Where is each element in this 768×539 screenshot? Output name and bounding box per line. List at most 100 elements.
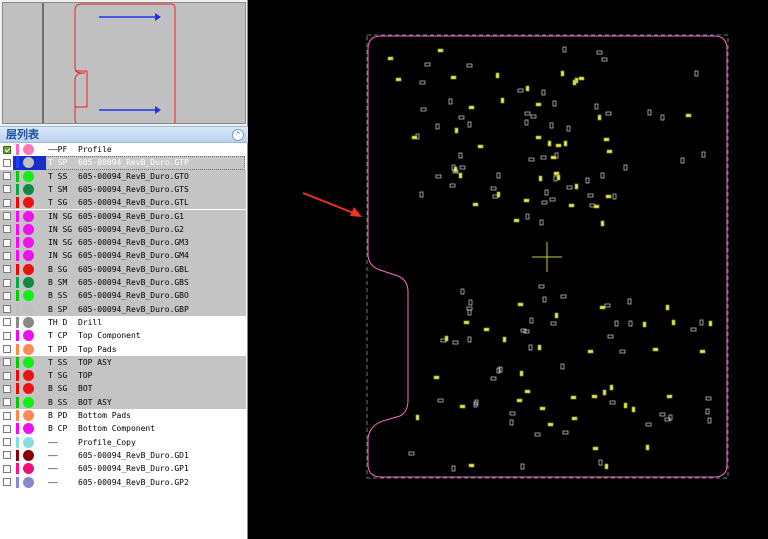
layer-visibility-checkbox[interactable] (3, 172, 11, 181)
layer-color-dot-icon[interactable] (23, 197, 34, 209)
pcb-pad (593, 204, 600, 209)
layer-visibility-checkbox[interactable] (3, 318, 11, 327)
layer-visibility-checkbox[interactable] (3, 478, 11, 486)
layer-row[interactable]: B SG 605-00094_RevB_Duro.GBL (0, 262, 246, 276)
layer-visibility-checkbox[interactable] (3, 345, 11, 353)
pcb-pad (463, 320, 470, 325)
pcb-pad (594, 103, 599, 110)
layer-color-dot-icon[interactable] (23, 277, 34, 288)
layer-row[interactable]: B SP 605-00094_RevB_Duro.GBP (0, 302, 246, 316)
layer-row[interactable]: ——PF Profile (0, 143, 246, 156)
board-preview-thumbnail[interactable] (2, 2, 246, 124)
layer-visibility-checkbox[interactable] (3, 358, 11, 367)
pcb-drawing[interactable] (250, 0, 768, 539)
pcb-pad (458, 115, 465, 120)
layer-row[interactable]: B SM 605-00094_RevB_Duro.GBS (0, 276, 246, 290)
layer-color-dot-icon[interactable] (23, 343, 34, 355)
layer-row[interactable]: T SP 605-00094_RevB_Duro.GTP (0, 156, 246, 170)
pcb-pad (587, 193, 594, 198)
layer-color-dot-icon[interactable] (23, 330, 34, 342)
layer-type-code: T SM (48, 184, 68, 194)
layer-color-dot-icon[interactable] (23, 436, 34, 448)
layer-color-dot-icon[interactable] (23, 223, 34, 235)
layer-row[interactable]: T PD Top Pads (0, 343, 246, 356)
layer-row[interactable]: —— 605-00094_RevB_Duro.GP1 (0, 462, 246, 475)
layer-visibility-checkbox[interactable] (3, 424, 11, 433)
layer-color-dot-icon[interactable] (23, 210, 34, 222)
layer-color-dot-icon[interactable] (23, 370, 34, 382)
layer-color-dot-icon[interactable] (23, 356, 34, 368)
pcb-pad (606, 149, 613, 154)
layer-visibility-checkbox[interactable] (3, 238, 11, 247)
layer-row[interactable]: —— Profile_Copy (0, 436, 246, 449)
layer-row[interactable]: —— 605-00094_RevB_Duro.GD1 (0, 449, 246, 462)
layer-row[interactable]: T SS TOP ASY (0, 355, 246, 370)
layer-list-title: 层列表 (6, 128, 39, 141)
layer-visibility-checkbox[interactable] (3, 411, 11, 420)
layer-visibility-checkbox[interactable] (3, 398, 11, 407)
pcb-pad (467, 121, 472, 128)
layer-color-dot-icon[interactable] (23, 263, 34, 275)
layer-row[interactable]: T SS 605-00094_RevB_Duro.GTO (0, 169, 246, 183)
collapse-panel-button[interactable]: ⌃ (232, 129, 244, 141)
layer-color-dot-icon[interactable] (23, 316, 34, 328)
layer-color-dot-icon[interactable] (23, 396, 34, 408)
layer-color-dot-icon[interactable] (23, 183, 34, 195)
layer-color-dot-icon[interactable] (23, 144, 34, 155)
layer-row[interactable]: B SS BOT ASY (0, 395, 246, 409)
layer-color-dot-icon[interactable] (23, 237, 34, 249)
pcb-pad (623, 164, 628, 171)
layer-visibility-checkbox[interactable] (3, 278, 11, 287)
layer-row[interactable]: T CP Top Component (0, 329, 246, 342)
layer-visibility-checkbox[interactable] (3, 291, 11, 300)
pcb-pad (496, 172, 501, 179)
layer-visibility-checkbox[interactable] (3, 331, 11, 340)
pcb-pad (424, 62, 431, 67)
layer-row[interactable]: IN SG 605-00094_RevB_Duro.G1 (0, 209, 246, 223)
layer-color-bar (16, 250, 19, 262)
layer-color-dot-icon[interactable] (23, 449, 34, 461)
layer-color-dot-icon[interactable] (23, 383, 34, 395)
pcb-pad (597, 114, 602, 121)
layer-color-dot-icon[interactable] (23, 476, 34, 488)
layer-row[interactable]: B SS 605-00094_RevB_Duro.GBO (0, 289, 246, 303)
layer-row[interactable]: B PD Bottom Pads (0, 409, 246, 422)
layer-list[interactable]: ——PF Profile T SP 605-00094_RevB_Duro.GTP T … (0, 143, 247, 539)
layer-color-dot-icon[interactable] (23, 303, 34, 315)
layer-visibility-checkbox[interactable] (3, 464, 11, 473)
layer-visibility-checkbox[interactable] (3, 251, 11, 260)
pcb-pad (449, 183, 456, 188)
layer-color-dot-icon[interactable] (23, 410, 34, 421)
layer-color-dot-icon[interactable] (23, 290, 34, 302)
layer-visibility-checkbox[interactable] (3, 225, 11, 234)
layer-visibility-checkbox[interactable] (3, 305, 11, 314)
layer-visibility-checkbox[interactable] (3, 384, 11, 393)
layer-row[interactable]: T SG 605-00094_RevB_Duro.GTL (0, 196, 246, 210)
layer-color-dot-icon[interactable] (23, 170, 34, 182)
left-panel: 层列表 ⌃ ——PF Profile T SP 605-00094_RevB_Duro… (0, 0, 248, 539)
layer-visibility-checkbox[interactable] (3, 371, 11, 380)
layer-visibility-checkbox[interactable] (3, 185, 11, 194)
layer-visibility-checkbox[interactable] (3, 212, 11, 220)
layer-color-dot-icon[interactable] (23, 463, 34, 475)
layer-visibility-checkbox[interactable] (3, 158, 11, 167)
layer-row[interactable]: T SG TOP (0, 369, 246, 383)
pcb-canvas[interactable] (250, 0, 768, 539)
layer-color-dot-icon[interactable] (23, 423, 34, 435)
layer-row[interactable]: B SG BOT (0, 382, 246, 396)
layer-color-dot-icon[interactable] (23, 250, 34, 262)
layer-visibility-checkbox[interactable] (3, 265, 11, 274)
layer-visibility-checkbox[interactable] (3, 145, 11, 154)
layer-row[interactable]: —— 605-00094_RevB_Duro.GP2 (0, 476, 246, 489)
layer-row[interactable]: TH D Drill (0, 316, 246, 329)
annotation-arrowhead-icon (350, 207, 362, 217)
layer-row[interactable]: IN SG 605-00094_RevB_Duro.GM3 (0, 236, 246, 250)
layer-row[interactable]: B CP Bottom Component (0, 422, 246, 435)
layer-color-bar (16, 436, 19, 448)
layer-row[interactable]: T SM 605-00094_RevB_Duro.GTS (0, 182, 246, 197)
layer-visibility-checkbox[interactable] (3, 198, 11, 207)
layer-visibility-checkbox[interactable] (3, 438, 11, 447)
layer-row[interactable]: IN SG 605-00094_RevB_Duro.GM4 (0, 249, 246, 263)
layer-row[interactable]: IN SG 605-00094_RevB_Duro.G2 (0, 222, 246, 237)
layer-visibility-checkbox[interactable] (3, 451, 11, 460)
